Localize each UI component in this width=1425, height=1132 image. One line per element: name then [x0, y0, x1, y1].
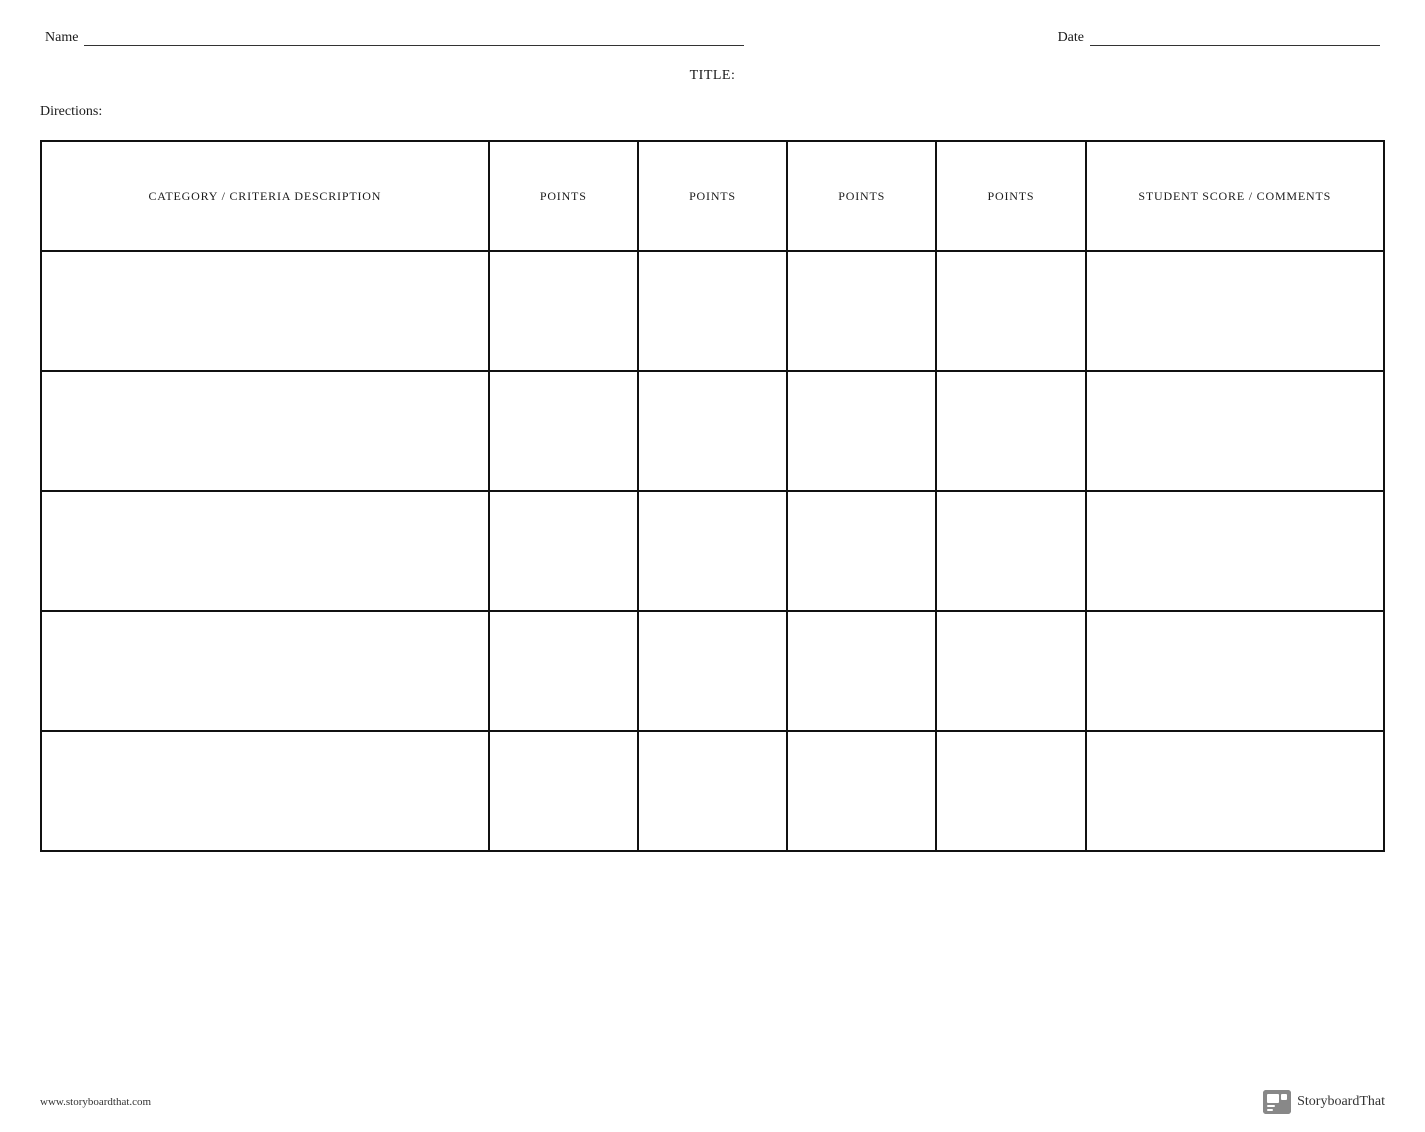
table-cell-r4-c3	[787, 731, 936, 851]
table-cell-r1-c2	[638, 371, 787, 491]
table-row	[41, 611, 1384, 731]
table-cell-r0-c2	[638, 251, 787, 371]
footer-website: www.storyboardthat.com	[40, 1096, 151, 1108]
footer-logo-text: StoryboardThat	[1297, 1094, 1385, 1110]
table-cell-r2-c0	[41, 491, 489, 611]
table-cell-r3-c2	[638, 611, 787, 731]
name-underline	[84, 45, 744, 46]
table-cell-r4-c2	[638, 731, 787, 851]
table-cell-r0-c4	[936, 251, 1085, 371]
table-cell-r1-c0	[41, 371, 489, 491]
title-text: TITLE:	[690, 68, 736, 83]
table-body	[41, 251, 1384, 851]
col-header-category: CATEGORY / CRITERIA DESCRIPTION	[41, 141, 489, 251]
col-header-student-score: STUDENT SCORE / COMMENTS	[1086, 141, 1384, 251]
col-header-points3: POINTS	[787, 141, 936, 251]
table-cell-r2-c1	[489, 491, 638, 611]
date-field: Date	[1058, 30, 1380, 46]
page-wrapper: Name Date TITLE: Directions: CATEGORY / …	[0, 0, 1425, 1132]
table-cell-r4-c0	[41, 731, 489, 851]
table-row	[41, 491, 1384, 611]
footer: www.storyboardthat.com StoryboardThat	[0, 1090, 1425, 1114]
table-cell-r1-c5	[1086, 371, 1384, 491]
col-header-points4: POINTS	[936, 141, 1085, 251]
table-cell-r0-c0	[41, 251, 489, 371]
name-field: Name	[45, 30, 1058, 46]
table-cell-r2-c5	[1086, 491, 1384, 611]
table-cell-r0-c3	[787, 251, 936, 371]
table-row	[41, 371, 1384, 491]
storyboardthat-logo-icon	[1263, 1090, 1291, 1114]
col-header-points1: POINTS	[489, 141, 638, 251]
directions-label: Directions:	[40, 104, 102, 119]
table-cell-r2-c2	[638, 491, 787, 611]
footer-logo: StoryboardThat	[1263, 1090, 1385, 1114]
table-cell-r3-c4	[936, 611, 1085, 731]
date-underline	[1090, 45, 1380, 46]
date-label: Date	[1058, 30, 1084, 46]
table-cell-r1-c3	[787, 371, 936, 491]
table-cell-r1-c1	[489, 371, 638, 491]
rubric-table: CATEGORY / CRITERIA DESCRIPTION POINTS P…	[40, 140, 1385, 852]
table-cell-r2-c4	[936, 491, 1085, 611]
table-row	[41, 251, 1384, 371]
table-cell-r2-c3	[787, 491, 936, 611]
logo-svg	[1263, 1090, 1291, 1114]
table-cell-r4-c1	[489, 731, 638, 851]
table-header-row: CATEGORY / CRITERIA DESCRIPTION POINTS P…	[41, 141, 1384, 251]
table-cell-r4-c5	[1086, 731, 1384, 851]
table-cell-r0-c5	[1086, 251, 1384, 371]
table-cell-r3-c3	[787, 611, 936, 731]
table-cell-r3-c0	[41, 611, 489, 731]
title-section: TITLE:	[40, 66, 1385, 84]
name-label: Name	[45, 30, 78, 46]
col-header-points2: POINTS	[638, 141, 787, 251]
table-cell-r3-c1	[489, 611, 638, 731]
table-row	[41, 731, 1384, 851]
table-cell-r3-c5	[1086, 611, 1384, 731]
table-cell-r4-c4	[936, 731, 1085, 851]
directions-section: Directions:	[40, 102, 1385, 120]
table-cell-r0-c1	[489, 251, 638, 371]
header-section: Name Date	[40, 30, 1385, 46]
table-cell-r1-c4	[936, 371, 1085, 491]
